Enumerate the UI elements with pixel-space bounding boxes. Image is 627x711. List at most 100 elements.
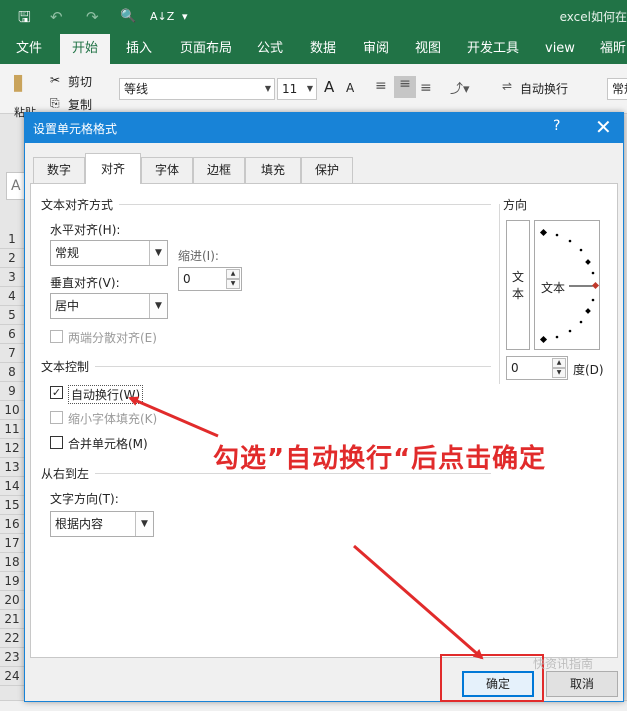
help-icon[interactable]: ? [553, 118, 560, 134]
row-header[interactable]: 20 [0, 591, 24, 610]
align-bottom-icon[interactable]: ≡ [420, 80, 432, 96]
copy-icon[interactable]: ⎘ [50, 96, 60, 111]
row-header[interactable]: 9 [0, 382, 24, 401]
degrees-value: 0 [511, 361, 519, 375]
indent-spinner[interactable]: 0 ▲ ▼ [178, 267, 242, 291]
tab-view-en[interactable]: view [545, 34, 575, 64]
save-icon[interactable]: 🖫 [18, 7, 31, 27]
merge-cells-label: 合并单元格(M) [68, 437, 148, 451]
cut-icon[interactable]: ✂ [50, 73, 60, 87]
font-name-select[interactable]: 等线 ▼ [119, 78, 275, 100]
tab-review[interactable]: 审阅 [363, 34, 389, 64]
tab-view[interactable]: 视图 [415, 34, 441, 64]
number-format-value: 常规 [612, 82, 627, 96]
row-header[interactable]: 2 [0, 249, 24, 268]
align-middle-icon[interactable]: ≡ [394, 76, 416, 98]
row-header[interactable]: 21 [0, 610, 24, 629]
tab-developer[interactable]: 开发工具 [467, 34, 519, 64]
vertical-align-select[interactable]: 居中 ▼ [50, 293, 168, 319]
annotation-text: 勾选”自动换行“后点击确定 [213, 444, 547, 474]
row-header[interactable]: 6 [0, 325, 24, 344]
chevron-down-icon: ▼ [135, 512, 153, 536]
justify-distributed-checkbox[interactable] [50, 330, 63, 343]
chevron-down-icon: ▼ [149, 294, 167, 318]
tab-formulas[interactable]: 公式 [257, 34, 283, 64]
tab-file[interactable]: 文件 [16, 34, 42, 64]
watermark: 快资讯指南 [533, 657, 594, 671]
row-header[interactable]: 14 [0, 477, 24, 496]
horizontal-align-value: 常规 [55, 246, 80, 260]
row-header[interactable]: 17 [0, 534, 24, 553]
row-header[interactable]: 1 [0, 230, 24, 249]
font-size-select[interactable]: 11 ▼ [277, 78, 317, 100]
row-header[interactable]: 12 [0, 439, 24, 458]
orientation-icon[interactable]: ⤴▾ [450, 78, 470, 97]
tab-home[interactable]: 开始 [60, 34, 111, 64]
row-header[interactable]: 22 [0, 629, 24, 648]
tab-number[interactable]: 数字 [33, 157, 85, 183]
copy-label[interactable]: 复制 [68, 96, 92, 113]
window-title: excel如何在 [559, 10, 627, 24]
group-divider [119, 204, 491, 205]
grow-font-button[interactable]: A [324, 78, 334, 96]
print-preview-icon[interactable]: 🔍 [120, 7, 136, 27]
paste-icon[interactable]: ▮ [12, 70, 24, 95]
spin-up-icon[interactable]: ▲ [552, 358, 566, 368]
wrap-text-icon[interactable]: ⇌ [502, 79, 512, 93]
shrink-to-fit-checkbox[interactable] [50, 411, 63, 424]
justify-distributed-label: 两端分散对齐(E) [68, 331, 157, 345]
tab-alignment[interactable]: 对齐 [85, 153, 141, 184]
number-format-select[interactable]: 常规 [607, 78, 627, 100]
undo-icon[interactable]: ↶ [50, 7, 63, 27]
tab-foxit[interactable]: 福昕阅 [600, 34, 627, 64]
redo-icon[interactable]: ↷ [86, 7, 99, 27]
spin-down-icon[interactable]: ▼ [552, 368, 566, 378]
row-header[interactable]: 7 [0, 344, 24, 363]
cancel-button[interactable]: 取消 [546, 671, 618, 697]
row-header[interactable]: 10 [0, 401, 24, 420]
wrap-text-label[interactable]: 自动换行 [520, 80, 568, 97]
row-header[interactable]: 4 [0, 287, 24, 306]
cut-label[interactable]: 剪切 [68, 73, 92, 90]
spin-up-icon[interactable]: ▲ [226, 269, 240, 279]
tab-font[interactable]: 字体 [141, 157, 193, 183]
tab-border[interactable]: 边框 [193, 157, 245, 183]
sort-icon[interactable]: A↓Z [150, 7, 174, 27]
vertical-text-button[interactable]: 文 本 [506, 220, 530, 350]
spin-down-icon[interactable]: ▼ [226, 279, 240, 289]
degrees-spinner[interactable]: 0 ▲ ▼ [506, 356, 568, 380]
row-header[interactable]: 23 [0, 648, 24, 667]
row-header[interactable]: 15 [0, 496, 24, 515]
tab-protection[interactable]: 保护 [301, 157, 353, 183]
orientation-dial[interactable]: 文本 [534, 220, 600, 350]
row-header[interactable]: 13 [0, 458, 24, 477]
row-header[interactable]: 16 [0, 515, 24, 534]
row-header[interactable]: 24 [0, 667, 24, 686]
row-header[interactable]: 5 [0, 306, 24, 325]
row-header[interactable]: 19 [0, 572, 24, 591]
tab-fill[interactable]: 填充 [245, 157, 301, 183]
text-direction-select[interactable]: 根据内容 ▼ [50, 511, 154, 537]
row-header[interactable]: 3 [0, 268, 24, 287]
close-icon[interactable]: ✕ [595, 115, 612, 139]
customize-qat-icon[interactable]: ▾ [182, 7, 188, 27]
tab-data[interactable]: 数据 [310, 34, 336, 64]
row-header[interactable]: 11 [0, 420, 24, 439]
vertical-align-label: 垂直对齐(V): [50, 276, 120, 290]
chevron-down-icon: ▼ [264, 84, 271, 93]
merge-cells-checkbox[interactable] [50, 436, 63, 449]
horizontal-align-select[interactable]: 常规 ▼ [50, 240, 168, 266]
wrap-text-label: 自动换行(W) [68, 385, 144, 404]
excel-title-bar: 🖫 ↶ ↷ 🔍 A↓Z ▾ excel如何在 [0, 0, 627, 34]
row-header[interactable]: 18 [0, 553, 24, 572]
align-top-icon[interactable]: ≡ [375, 78, 387, 94]
indent-value: 0 [183, 272, 191, 286]
tab-insert[interactable]: 插入 [126, 34, 152, 64]
shrink-font-button[interactable]: A [346, 81, 354, 95]
tab-page-layout[interactable]: 页面布局 [180, 34, 232, 64]
name-box[interactable]: A [6, 172, 26, 200]
row-header[interactable]: 8 [0, 363, 24, 382]
shrink-to-fit-label: 缩小字体填充(K) [68, 412, 158, 426]
wrap-text-checkbox[interactable]: ✓ [50, 386, 63, 399]
highlight-ok-box [440, 654, 544, 702]
